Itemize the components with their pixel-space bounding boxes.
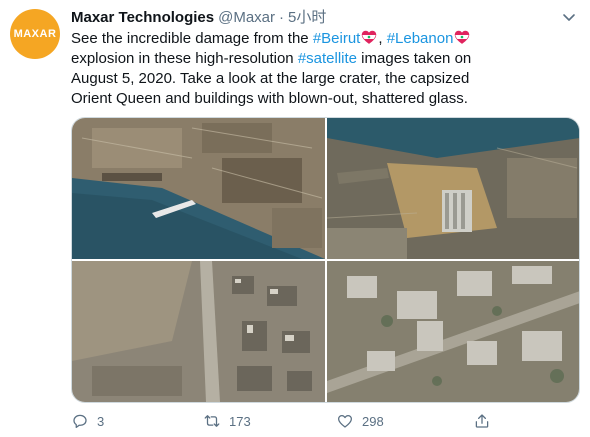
retweet-icon (204, 415, 220, 427)
avatar-logo-text: MAXAR (13, 28, 57, 40)
retweet-count: 173 (229, 413, 251, 429)
hashtag-lebanon[interactable]: #Lebanon (387, 30, 454, 47)
tweet-text: See the incredible damage from the #Beir… (71, 29, 511, 109)
separator-dot: · (279, 9, 284, 26)
share-button[interactable] (473, 410, 499, 432)
retweet-button[interactable]: 173 (203, 410, 251, 432)
author-handle[interactable]: @Maxar (218, 9, 275, 26)
hashtag-satellite[interactable]: #satellite (298, 50, 357, 67)
reply-count: 3 (97, 413, 105, 429)
media-grid (71, 117, 580, 403)
tweet-header: Maxar Technologies @Maxar · 5小时 (71, 8, 550, 28)
tweet[interactable]: MAXAR Maxar Technologies @Maxar · 5小时 See t… (0, 0, 590, 437)
tweet-text-segment: , (378, 30, 387, 47)
satellite-photo-city-highway[interactable] (72, 261, 325, 402)
tweet-text-segment: explosion in these high-resolution (71, 50, 298, 67)
author-name[interactable]: Maxar Technologies (71, 9, 214, 26)
lebanon-flag-heart-icon (362, 30, 377, 44)
tweet-timestamp[interactable]: 5小时 (288, 9, 326, 26)
heart-icon (337, 414, 353, 428)
like-button[interactable]: 298 (336, 410, 384, 432)
satellite-photo-city-blocks[interactable] (327, 261, 579, 402)
chevron-down-icon[interactable] (562, 10, 576, 24)
reply-button[interactable]: 3 (71, 410, 104, 432)
lebanon-flag-heart-icon (455, 30, 470, 44)
tweet-text-segment: See the incredible damage from the (71, 30, 313, 47)
like-count: 298 (362, 413, 384, 429)
reply-icon (73, 414, 87, 429)
tweet-actions: 3 173 298 (71, 410, 580, 432)
hashtag-beirut[interactable]: #Beirut (313, 30, 361, 47)
satellite-photo-crater-silos[interactable] (327, 118, 579, 259)
share-icon (475, 414, 489, 428)
satellite-photo-port-ship[interactable] (72, 118, 325, 259)
avatar[interactable]: MAXAR (10, 9, 60, 59)
